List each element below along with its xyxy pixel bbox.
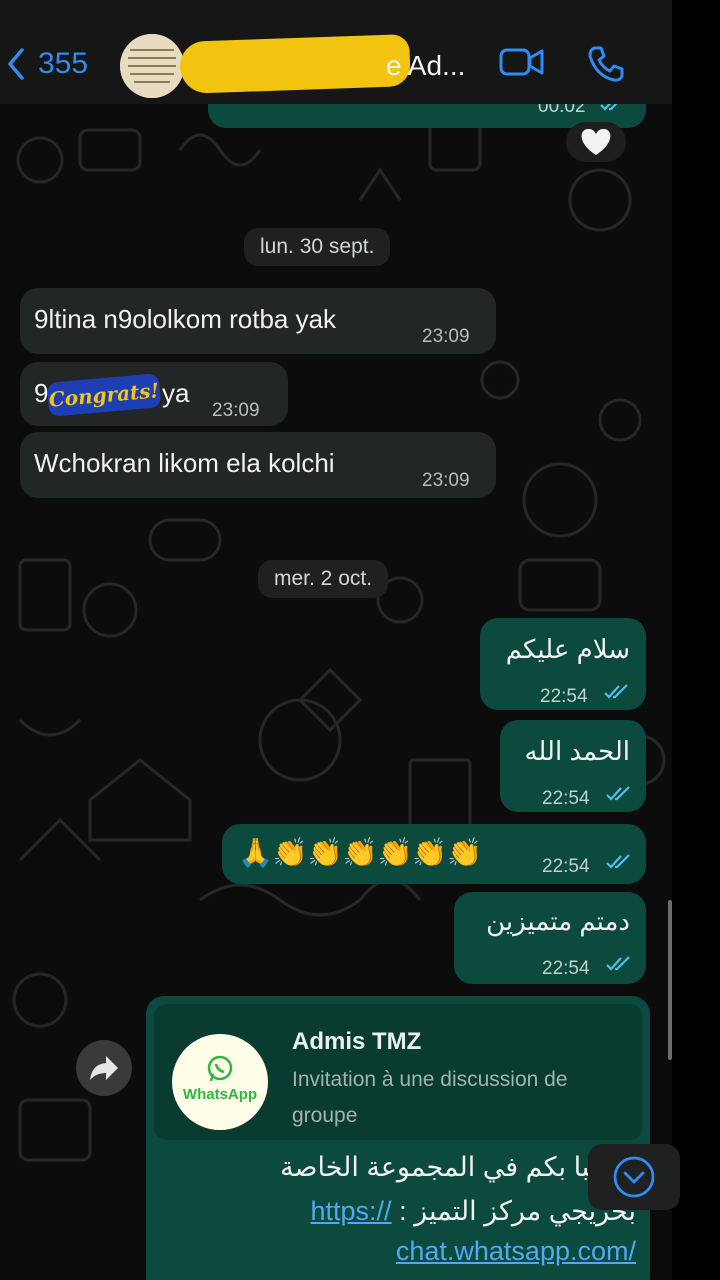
message-text: الحمد الله bbox=[524, 736, 630, 766]
message-time: 23:09 bbox=[422, 470, 470, 491]
message-bubble-incoming[interactable]: 9ltina n9ololkom rotba yak 23:09 bbox=[20, 288, 496, 354]
invite-text-line: مرحبا بكم في المجموعة الخاصة bbox=[280, 1152, 636, 1182]
message-time: 23:09 bbox=[212, 400, 260, 421]
whatsapp-logo-text: WhatsApp bbox=[182, 1086, 258, 1103]
back-button[interactable]: 355 bbox=[4, 46, 88, 82]
message-time: 22:54 bbox=[542, 788, 590, 809]
message-time: 22:54 bbox=[540, 686, 588, 707]
chat-screen: 00:02 355 e Ad... lun. 30 sept. 9ltina n… bbox=[0, 0, 672, 1280]
screen-edge bbox=[672, 0, 720, 1280]
message-bubble-incoming[interactable]: Wchokran likom ela kolchi 23:09 bbox=[20, 432, 496, 498]
message-text: Wchokran likom ela kolchi bbox=[34, 448, 335, 478]
chevron-left-icon bbox=[8, 48, 24, 80]
whatsapp-icon bbox=[207, 1055, 233, 1082]
double-tick-icon bbox=[606, 956, 630, 971]
chat-title[interactable]: e Ad... bbox=[386, 50, 465, 82]
double-tick-icon bbox=[606, 786, 630, 801]
invite-group-name: Admis TMZ bbox=[292, 1028, 422, 1055]
invite-link[interactable]: chat.whatsapp.com/ bbox=[396, 1236, 636, 1266]
message-time: 23:09 bbox=[422, 326, 470, 347]
scroll-to-bottom-button[interactable] bbox=[588, 1144, 680, 1210]
forward-button[interactable] bbox=[76, 1040, 132, 1096]
message-time: 22:54 bbox=[542, 958, 590, 979]
message-text: ya bbox=[162, 378, 190, 408]
message-bubble-outgoing[interactable]: دمتم متميزين 22:54 bbox=[454, 892, 646, 984]
reaction-heart[interactable] bbox=[566, 122, 626, 162]
redaction-mark bbox=[179, 34, 411, 94]
date-separator: lun. 30 sept. bbox=[244, 228, 391, 266]
chat-header: 355 e Ad... bbox=[0, 0, 672, 104]
heart-icon bbox=[581, 128, 611, 155]
invite-link[interactable]: https:// bbox=[311, 1196, 392, 1226]
unread-count: 355 bbox=[38, 47, 89, 80]
group-invite-message[interactable]: WhatsApp Admis TMZ Invitation à une disc… bbox=[146, 996, 650, 1280]
message-text: سلام عليكم bbox=[505, 634, 630, 664]
chevron-down-icon bbox=[613, 1156, 655, 1198]
double-tick-icon bbox=[606, 854, 630, 869]
message-text: 9 bbox=[34, 378, 49, 408]
message-time: 22:54 bbox=[542, 856, 590, 877]
date-separator: mer. 2 oct. bbox=[258, 560, 389, 598]
double-tick-icon bbox=[604, 684, 628, 699]
message-bubble-outgoing[interactable]: سلام عليكم 22:54 bbox=[480, 618, 646, 710]
message-text: دمتم متميزين bbox=[486, 906, 630, 936]
phone-icon[interactable] bbox=[586, 44, 626, 84]
invite-description: Invitation à une discussion de groupe bbox=[292, 1068, 568, 1127]
forward-icon bbox=[90, 1056, 118, 1080]
invite-link-line[interactable]: chat.whatsapp.com/ bbox=[396, 1236, 636, 1267]
avatar-image bbox=[120, 34, 184, 98]
invite-preview[interactable]: WhatsApp Admis TMZ Invitation à une disc… bbox=[154, 1004, 642, 1140]
message-text: 9ltina n9ololkom rotba yak bbox=[34, 304, 337, 334]
message-text: 🙏👏👏👏👏👏👏 bbox=[238, 836, 483, 869]
message-bubble-outgoing[interactable]: الحمد الله 22:54 bbox=[500, 720, 646, 812]
message-bubble-outgoing[interactable]: 🙏👏👏👏👏👏👏 22:54 bbox=[222, 824, 646, 884]
whatsapp-logo: WhatsApp bbox=[172, 1034, 268, 1130]
video-call-icon[interactable] bbox=[498, 44, 546, 80]
group-avatar[interactable] bbox=[120, 34, 184, 98]
